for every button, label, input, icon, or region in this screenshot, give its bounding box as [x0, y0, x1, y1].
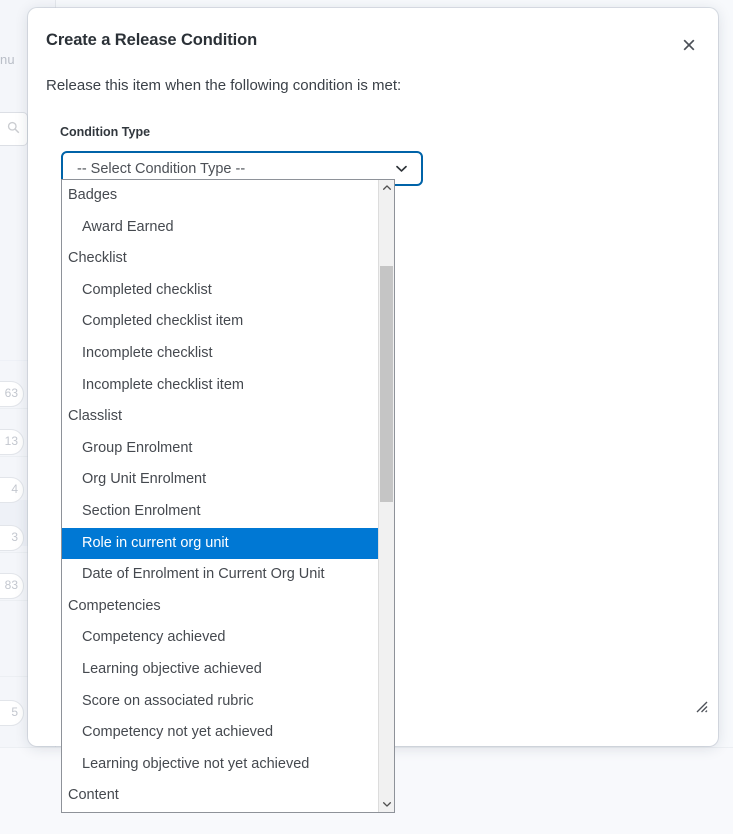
listbox-option[interactable]: Score on associated rubric [62, 686, 378, 718]
chevron-down-icon[interactable] [379, 796, 394, 812]
listbox-option[interactable]: Competencies [62, 591, 378, 623]
listbox-option[interactable]: Competency not yet achieved [62, 717, 378, 749]
listbox-option[interactable]: Classlist [62, 401, 378, 433]
listbox-option[interactable]: Org Unit Enrolment [62, 464, 378, 496]
condition-type-listbox[interactable]: Badges Award Earned Checklist Completed che… [61, 179, 395, 813]
listbox-option[interactable]: Section Enrolment [62, 496, 378, 528]
listbox-options: Badges Award Earned Checklist Completed che… [62, 180, 378, 812]
close-icon[interactable] [674, 30, 704, 60]
listbox-option-selected[interactable]: Role in current org unit [62, 527, 378, 560]
search-icon [7, 121, 20, 134]
listbox-scrollbar-thumb[interactable] [380, 266, 393, 502]
background-search-box[interactable] [0, 112, 28, 146]
resize-grip-icon[interactable] [693, 698, 709, 714]
listbox-option[interactable]: Incomplete checklist [62, 338, 378, 370]
listbox-option[interactable]: Learning objective achieved [62, 654, 378, 686]
listbox-option[interactable]: Group Enrolment [62, 433, 378, 465]
background-menu-label: nu [0, 52, 15, 67]
listbox-scrollbar[interactable] [378, 180, 394, 812]
condition-type-label: Condition Type [60, 125, 151, 139]
listbox-option[interactable]: Content [62, 780, 378, 812]
dialog-instruction: Release this item when the following con… [46, 77, 402, 94]
listbox-option[interactable]: Completed checklist [62, 275, 378, 307]
dialog-title: Create a Release Condition [46, 31, 258, 49]
listbox-option[interactable]: Learning objective not yet achieved [62, 749, 378, 781]
listbox-option[interactable]: Date of Enrolment in Current Org Unit [62, 559, 378, 591]
listbox-option[interactable]: Incomplete checklist item [62, 370, 378, 402]
listbox-option[interactable]: Award Earned [62, 212, 378, 244]
listbox-option[interactable]: Completed checklist item [62, 306, 378, 338]
condition-type-select-value: -- Select Condition Type -- [77, 160, 246, 177]
chevron-up-icon[interactable] [379, 180, 394, 196]
listbox-option[interactable]: Competency achieved [62, 622, 378, 654]
listbox-option[interactable]: Badges [62, 180, 378, 212]
chevron-down-icon [394, 161, 409, 176]
listbox-option[interactable]: Checklist [62, 243, 378, 275]
